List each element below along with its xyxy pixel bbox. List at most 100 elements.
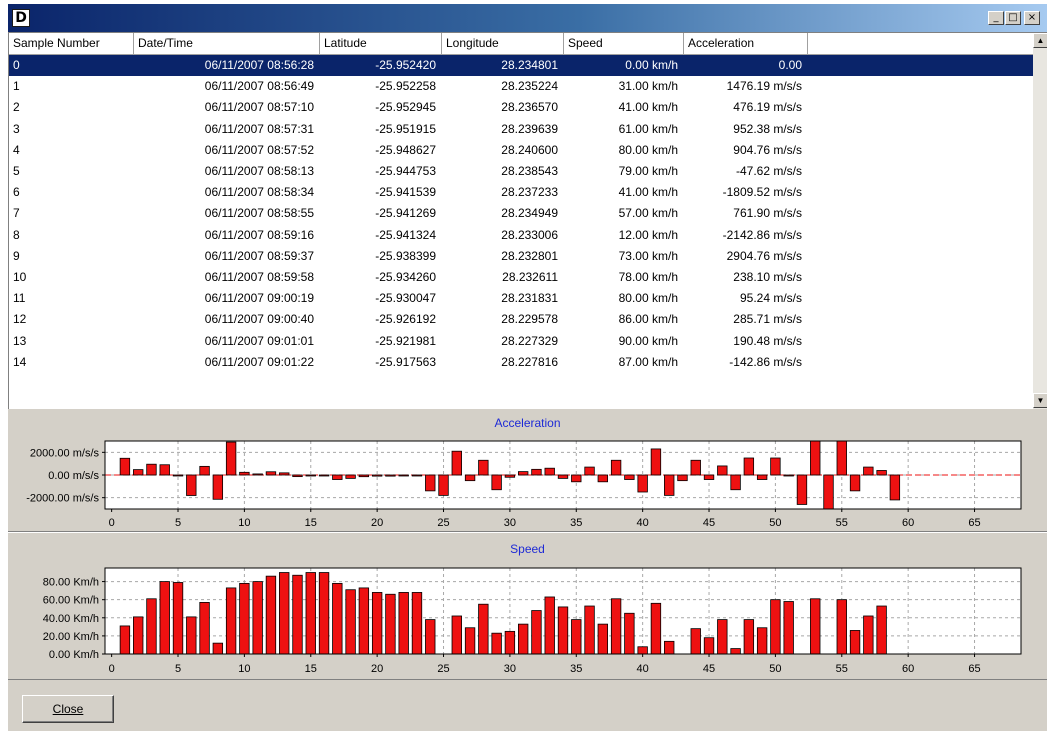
cell-sample-number: 14 [13,354,27,369]
column-header-datetime[interactable]: Date/Time [134,33,320,55]
bar [292,474,303,478]
cell-acceleration: 2904.76 m/s/s [726,248,802,263]
bar [411,592,423,655]
table-row[interactable]: 10 06/11/2007 08:59:58 -25.934260 28.232611… [9,267,1033,288]
table-row[interactable]: 12 06/11/2007 09:00:40 -25.926192 28.229578… [9,309,1033,330]
cell-sample-number: 8 [13,227,20,242]
bar [664,640,675,655]
close-window-button[interactable]: × [1024,11,1040,25]
table-row[interactable]: 3 06/11/2007 08:57:31 -25.951915 28.239639 6… [9,119,1033,140]
bar [677,474,688,482]
cell-latitude: -25.930047 [375,291,436,306]
cell-speed: 41.00 km/h [618,185,678,200]
x-tick-label: 5 [175,517,181,529]
cell-speed: 57.00 km/h [618,206,678,221]
cell-speed: 12.00 km/h [618,227,678,242]
y-tick-label: -2000.00 m/s/s [26,493,99,505]
y-tick-label: 2000.00 m/s/s [30,447,100,459]
bar [172,474,184,477]
x-tick-label: 35 [570,517,582,529]
maximize-button[interactable]: □ [1005,11,1021,25]
table-row[interactable]: 5 06/11/2007 08:58:13 -25.944753 28.238543 7… [9,161,1033,182]
bar [504,630,516,655]
cell-latitude: -25.951915 [375,121,436,136]
table-row[interactable]: 9 06/11/2007 08:59:37 -25.938399 28.232801 7… [9,246,1033,267]
bar [265,471,277,476]
cell-acceleration: 95.24 m/s/s [739,291,802,306]
table-row[interactable]: 6 06/11/2007 08:58:34 -25.941539 28.237233 4… [9,182,1033,203]
bar [889,474,901,501]
scroll-down-button[interactable]: ▼ [1033,393,1047,408]
x-tick-label: 25 [437,517,449,529]
bar [225,587,237,655]
cell-acceleration: 190.48 m/s/s [733,333,802,348]
cell-longitude: 28.239639 [501,121,558,136]
column-header-acceleration[interactable]: Acceleration [684,33,808,55]
app-icon[interactable]: D [12,9,30,27]
bar [743,619,755,655]
x-tick-label: 50 [769,663,781,675]
cell-latitude: -25.948627 [375,142,436,157]
table-row[interactable]: 11 06/11/2007 09:00:19 -25.930047 28.231831… [9,288,1033,309]
bar [637,646,648,655]
table-row[interactable]: 14 06/11/2007 09:01:22 -25.917563 28.227816… [9,352,1033,373]
bar [557,474,569,479]
bar [119,625,131,655]
bar [531,610,542,655]
vertical-scrollbar[interactable]: ▲ ▼ [1033,33,1047,409]
bar [318,572,330,655]
cell-sample-number: 3 [13,121,20,136]
cell-latitude: -25.917563 [375,354,436,369]
cell-speed: 87.00 km/h [618,354,678,369]
title-bar[interactable]: D _ □ × [8,4,1047,32]
cell-sample-number: 11 [13,291,26,306]
bar [876,605,887,655]
bar [411,474,423,477]
scroll-up-button[interactable]: ▲ [1033,33,1047,48]
cell-longitude: 28.227329 [501,333,558,348]
bar [637,474,648,493]
cell-datetime: 06/11/2007 09:01:22 [204,354,314,369]
bar [159,464,170,476]
cell-longitude: 28.232611 [502,270,558,284]
cell-longitude: 28.233006 [501,227,558,242]
table-row[interactable]: 2 06/11/2007 08:57:10 -25.952945 28.236570 4… [9,97,1033,118]
table-row[interactable]: 13 06/11/2007 09:01:01 -25.921981 28.227329… [9,331,1033,352]
table-row[interactable]: 4 06/11/2007 08:57:52 -25.948627 28.240600 8… [9,140,1033,161]
x-tick-label: 60 [902,663,914,675]
bar [517,623,529,655]
table-row[interactable]: 7 06/11/2007 08:58:55 -25.941269 28.234949 5… [9,203,1033,224]
bar [186,616,197,655]
x-tick-label: 5 [175,663,181,675]
cell-acceleration: 238.10 m/s/s [733,270,802,284]
bar [239,582,250,655]
minimize-button[interactable]: _ [988,11,1004,25]
cell-speed: 80.00 km/h [618,142,678,157]
table-row[interactable]: 8 06/11/2007 08:59:16 -25.941324 28.233006 1… [9,225,1033,246]
cell-datetime: 06/11/2007 08:59:58 [204,270,314,284]
samples-table[interactable]: Sample Number Date/Time Latitude Longitu… [8,32,1047,409]
bar [478,459,489,476]
cell-speed: 31.00 km/h [618,79,678,94]
cell-sample-number: 9 [13,248,20,263]
cell-sample-number: 13 [13,333,27,348]
cell-speed: 78.00 km/h [618,270,678,284]
cell-longitude: 28.229578 [501,312,558,327]
bar [571,474,582,483]
column-header-speed[interactable]: Speed [564,33,684,55]
table-row[interactable]: 1 06/11/2007 08:56:49 -25.952258 28.235224 3… [9,76,1033,97]
column-header-sample-number[interactable]: Sample Number [9,33,134,55]
bar [371,592,383,655]
column-header-latitude[interactable]: Latitude [320,33,442,55]
cell-acceleration: -47.62 m/s/s [735,164,802,178]
bar [597,474,609,483]
app-window: D _ □ × Sample Number Date/Time Latitude… [8,4,1047,731]
bar [756,474,768,480]
bar [225,441,237,476]
column-header-longitude[interactable]: Longitude [442,33,564,55]
table-row[interactable]: 0 06/11/2007 08:56:28 -25.952420 28.234801 0… [9,55,1033,76]
bar [425,474,436,492]
close-button[interactable]: Close [22,695,114,723]
bar [451,450,462,476]
bar [464,627,476,655]
